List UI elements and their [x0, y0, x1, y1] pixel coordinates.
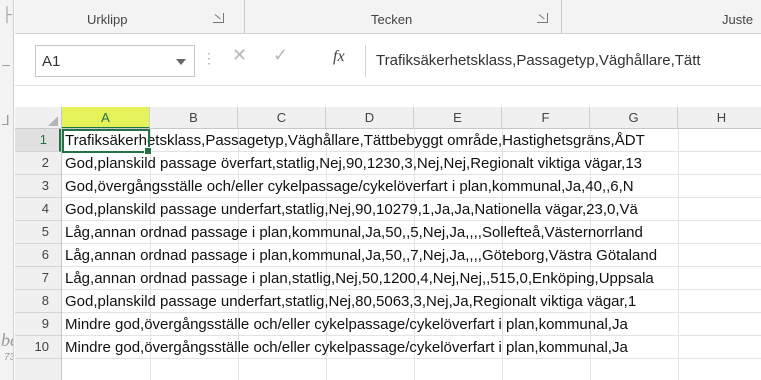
edge-mark: ├: [2, 6, 12, 22]
edge-mark: ⅃: [2, 112, 10, 128]
column-header-b[interactable]: B: [150, 107, 238, 128]
table-row[interactable]: God,övergångsställe och/eller cykelpassa…: [62, 175, 761, 198]
ribbon-group-clipboard: Urklipp: [15, 0, 245, 34]
cell-a-text: Låg,annan ordnad passage i plan,kommunal…: [65, 224, 643, 241]
row-headers: 1 2 3 4 5 6 7 8 9 10: [15, 129, 62, 380]
row-header[interactable]: 10: [15, 336, 61, 359]
chevron-down-icon[interactable]: [176, 59, 186, 65]
table-row[interactable]: God,planskild passage överfart,statlig,N…: [62, 152, 761, 175]
more-options-icon[interactable]: ⋮: [202, 50, 216, 67]
formula-text: Trafiksäkerhetsklass,Passagetyp,Väghålla…: [376, 52, 701, 69]
column-header-e[interactable]: E: [414, 107, 502, 128]
row-header[interactable]: 3: [15, 175, 61, 198]
edge-mark: –: [2, 56, 10, 72]
ribbon-group-label: Juste: [722, 12, 754, 27]
column-header-c[interactable]: C: [238, 107, 326, 128]
insert-function-button[interactable]: fx: [333, 48, 345, 66]
background-text-fragment: bc: [1, 330, 13, 350]
row-header[interactable]: 1: [15, 129, 61, 152]
name-box-value: A1: [42, 53, 61, 70]
cell-grid[interactable]: Trafiksäkerhetsklass,Passagetyp,Väghålla…: [62, 129, 761, 380]
dialog-launcher-icon[interactable]: [213, 13, 224, 23]
row-header[interactable]: 4: [15, 198, 61, 221]
name-box[interactable]: A1: [35, 45, 195, 77]
cell-a-text: Låg,annan ordnad passage i plan,statlig,…: [65, 270, 654, 287]
table-row[interactable]: Låg,annan ordnad passage i plan,kommunal…: [62, 221, 761, 244]
row-header[interactable]: 5: [15, 221, 61, 244]
row-header[interactable]: 2: [15, 152, 61, 175]
ribbon-group-label: Tecken: [371, 12, 413, 27]
cell-a-text: God,övergångsställe och/eller cykelpassa…: [65, 178, 634, 195]
ribbon-group-alignment: Juste: [562, 0, 761, 34]
row-header[interactable]: 9: [15, 313, 61, 336]
select-all-button[interactable]: [15, 107, 62, 128]
dialog-launcher-icon[interactable]: [537, 13, 548, 23]
formula-bar: A1 ⋮ ✕ ✓ fx Trafiksäkerhetsklass,Passage…: [15, 35, 761, 86]
column-header-f[interactable]: F: [502, 107, 590, 128]
cell-a-text: God,planskild passage underfart,statlig,…: [65, 293, 637, 310]
ribbon-group-font: Tecken: [245, 0, 562, 34]
background-window-edge: ├ – ⅃ bc 73: [0, 0, 14, 380]
table-row[interactable]: Trafiksäkerhetsklass,Passagetyp,Väghålla…: [62, 129, 761, 152]
cell-a-text: Mindre god,övergångsställe och/eller cyk…: [65, 316, 628, 333]
table-row[interactable]: God,planskild passage underfart,statlig,…: [62, 198, 761, 221]
column-header-g[interactable]: G: [590, 107, 678, 128]
cell-a1-text: Trafiksäkerhetsklass,Passagetyp,Väghålla…: [65, 132, 645, 149]
table-row[interactable]: Låg,annan ordnad passage i plan,kommunal…: [62, 244, 761, 267]
column-header-a[interactable]: A: [62, 107, 150, 128]
enter-icon[interactable]: ✓: [273, 45, 288, 66]
cancel-icon[interactable]: ✕: [232, 45, 247, 66]
table-row[interactable]: God,planskild passage underfart,statlig,…: [62, 290, 761, 313]
ribbon-group-bar: Urklipp Tecken Juste: [15, 0, 761, 34]
cell-a-text: God,planskild passage överfart,statlig,N…: [65, 155, 643, 172]
table-row[interactable]: Låg,annan ordnad passage i plan,statlig,…: [62, 267, 761, 290]
row-header[interactable]: 7: [15, 267, 61, 290]
cell-a-text: God,planskild passage underfart,statlig,…: [65, 201, 638, 218]
background-text-fragment: 73: [4, 352, 13, 363]
column-headers: A B C D E F G H: [15, 107, 761, 129]
table-row[interactable]: Mindre god,övergångsställe och/eller cyk…: [62, 313, 761, 336]
formula-input[interactable]: Trafiksäkerhetsklass,Passagetyp,Väghålla…: [365, 45, 761, 77]
cell-a-text: Mindre god,övergångsställe och/eller cyk…: [65, 339, 628, 356]
row-header[interactable]: 8: [15, 290, 61, 313]
column-header-d[interactable]: D: [326, 107, 414, 128]
row-header[interactable]: 6: [15, 244, 61, 267]
cell-a-text: Låg,annan ordnad passage i plan,kommunal…: [65, 247, 658, 264]
table-row[interactable]: Mindre god,övergångsställe och/eller cyk…: [62, 336, 761, 359]
column-header-h[interactable]: H: [678, 107, 761, 128]
ribbon-group-label: Urklipp: [87, 12, 128, 27]
